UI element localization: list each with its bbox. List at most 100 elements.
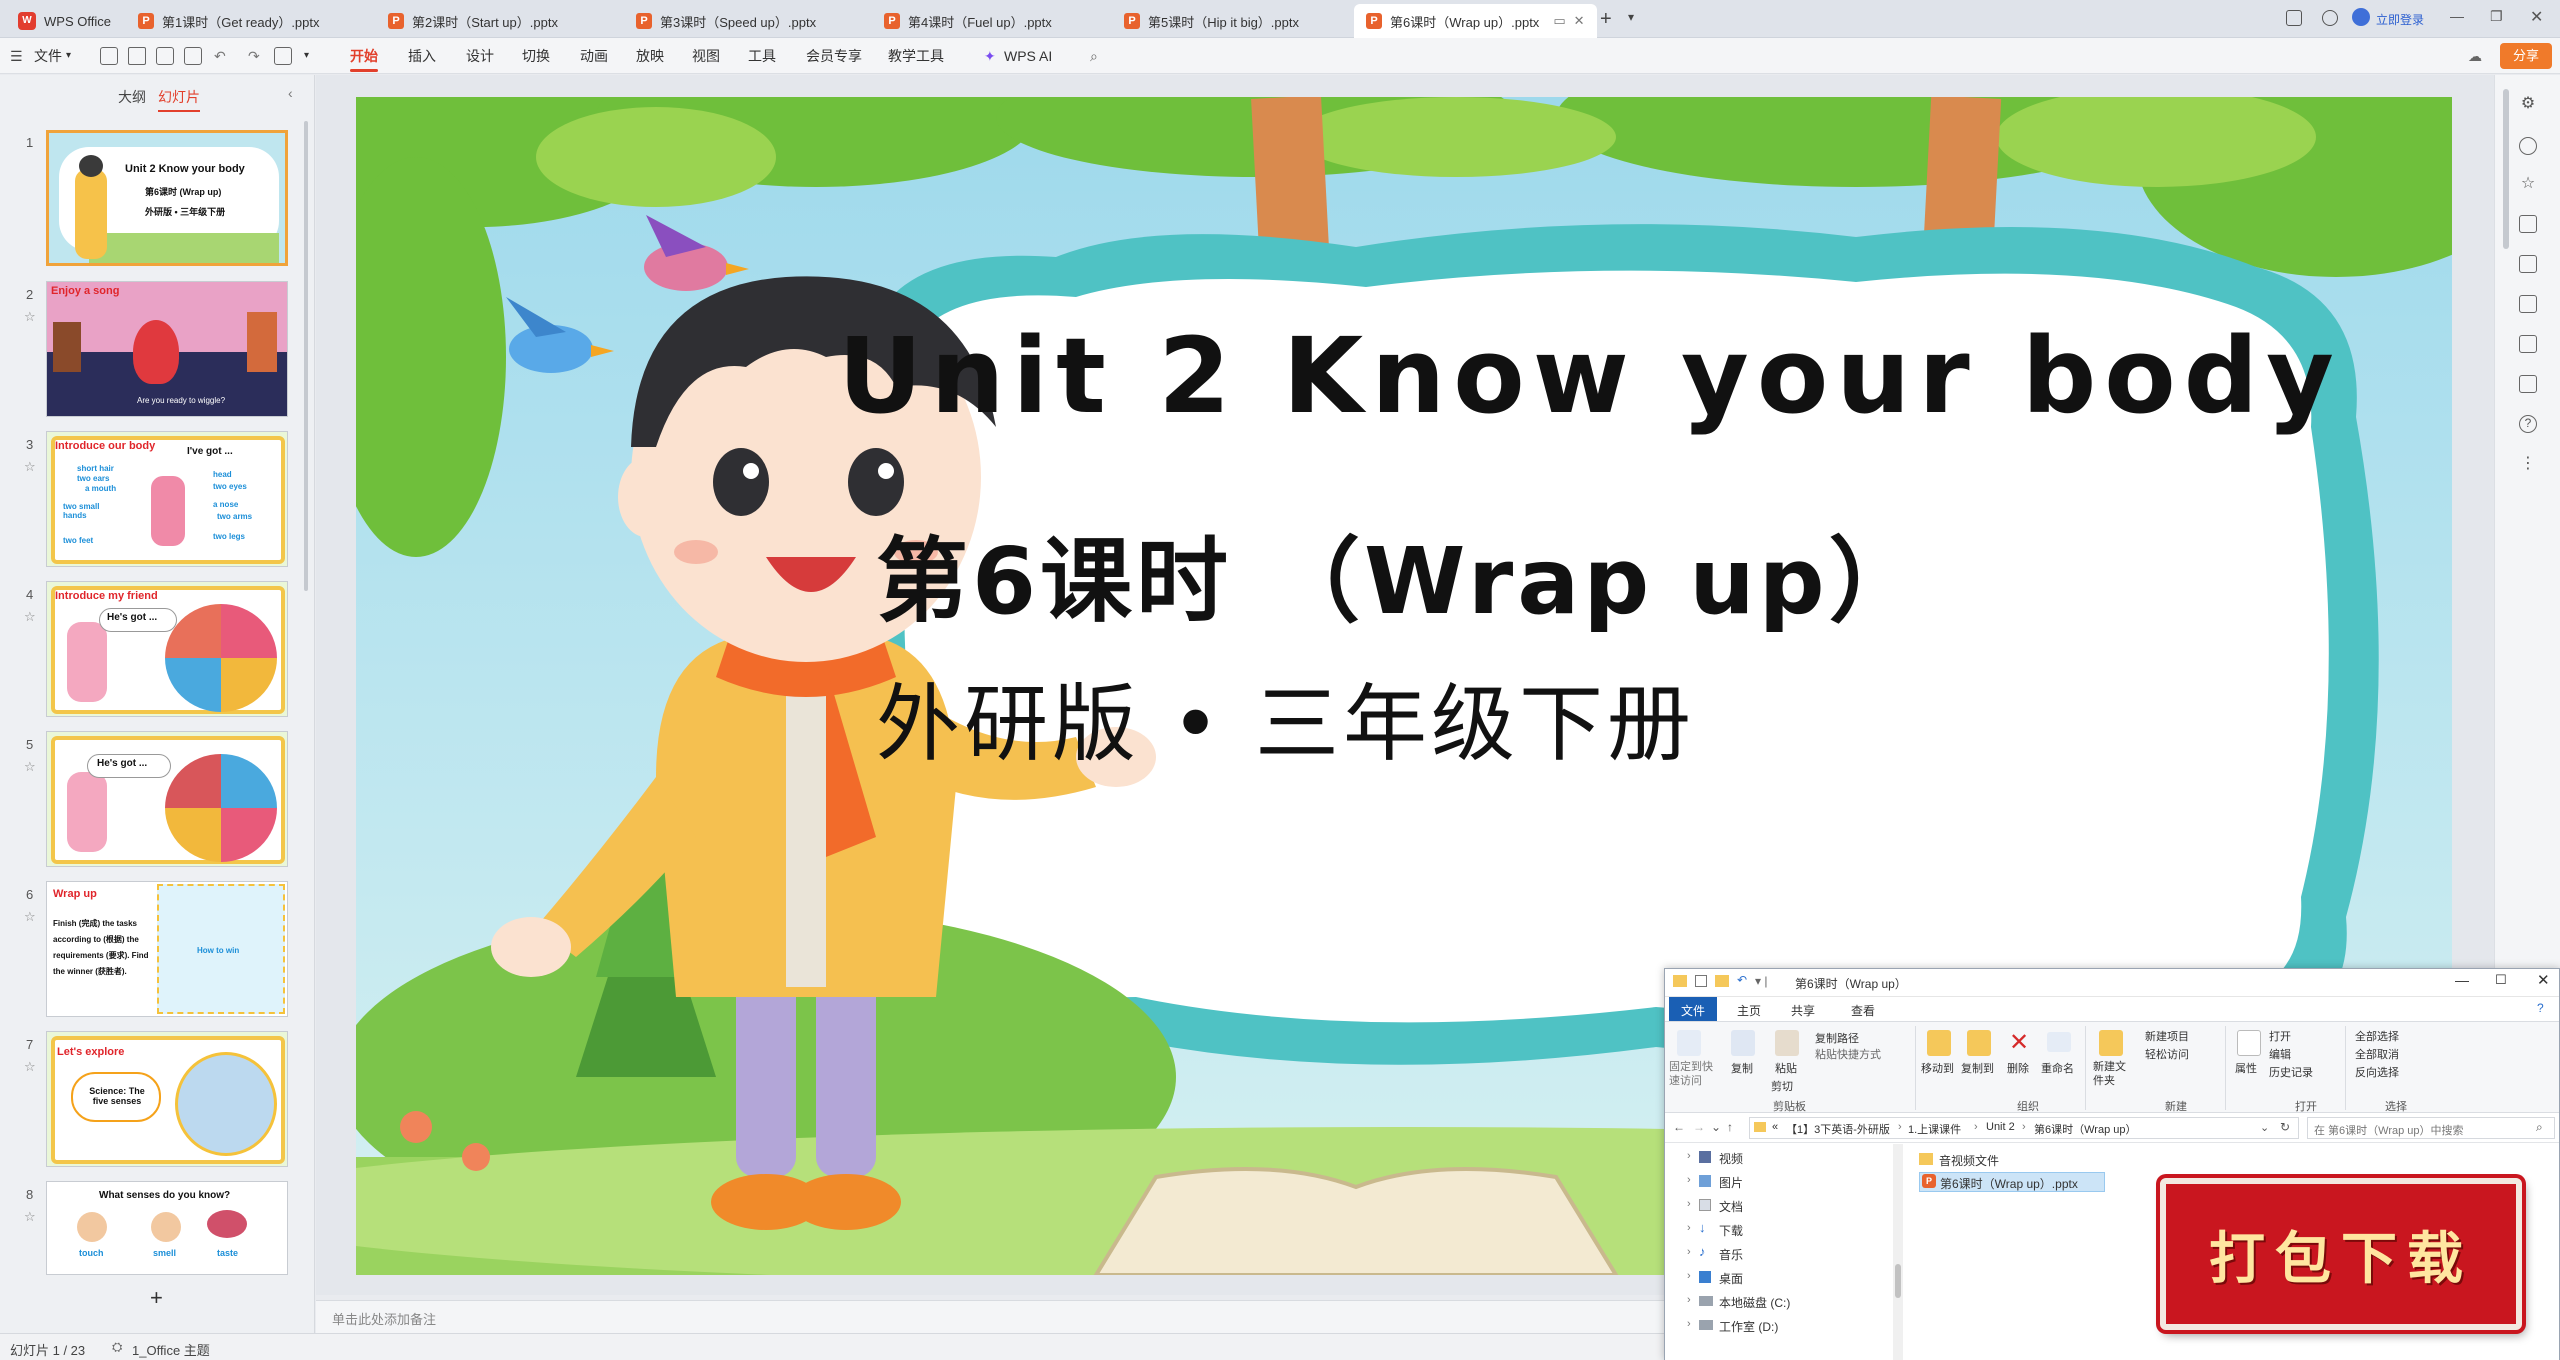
tab-document[interactable]: P 第4课时（Fuel up）.pptx [872,4,1064,38]
tab-wps-home[interactable]: W WPS Office [6,4,123,38]
nav-item-downloads[interactable]: 下载 [1719,1222,1743,1239]
expand-icon[interactable]: › [1687,1246,1691,1258]
edit-button[interactable]: 编辑 [2269,1046,2291,1062]
star-icon[interactable]: ☆ [24,609,36,625]
maximize-button[interactable]: ☐ [2495,972,2507,988]
cloud-icon[interactable]: ☁ [2468,38,2482,74]
minimize-button[interactable]: — [2455,972,2469,988]
notes-pane[interactable]: 单击此处添加备注 [316,1300,1676,1333]
star-icon[interactable]: ☆ [24,1209,36,1225]
delete-icon[interactable]: ✕ [2009,1028,2029,1057]
move-to-button[interactable]: 移动到 [1921,1060,1954,1076]
menu-wps-ai[interactable]: WPS AI [1004,38,1052,74]
book-icon[interactable] [2519,335,2537,353]
new-folder-icon[interactable] [1715,975,1729,987]
forward-icon[interactable]: → [1693,1120,1705,1134]
history-button[interactable]: 历史记录 [2269,1064,2313,1080]
settings-icon[interactable]: ⚙ [2519,95,2537,113]
add-slide-button[interactable]: + [150,1285,163,1311]
expand-icon[interactable]: › [1687,1270,1691,1282]
chevron-down-icon[interactable]: ⌄ [2260,1121,2269,1134]
star-icon[interactable]: ☆ [24,1059,36,1075]
collapse-panel-icon[interactable]: ‹ [288,85,293,101]
tab-document[interactable]: P 第2课时（Start up）.pptx [376,4,570,38]
new-folder-icon[interactable] [2099,1030,2123,1056]
slide-thumbnail-4[interactable]: Introduce my friend He's got ... [46,581,288,717]
menu-member[interactable]: 会员专享 [806,38,862,74]
preview-icon[interactable] [184,47,202,65]
properties-icon[interactable] [1695,975,1707,987]
chevron-down-icon[interactable]: ▾ [66,38,71,74]
easy-access-button[interactable]: 轻松访问 [2145,1046,2189,1062]
cut-button[interactable]: 剪切 [1771,1078,1793,1094]
paste-button[interactable]: 粘贴 [1775,1060,1797,1076]
ribbon-tab-home[interactable]: 主页 [1737,1002,1761,1019]
theme-name[interactable]: 1_Office 主题 [132,1340,210,1359]
paste-shortcut-button[interactable]: 粘贴快捷方式 [1815,1046,1881,1062]
menu-tools[interactable]: 工具 [748,38,776,74]
redo-icon[interactable]: ↷ [248,38,260,74]
undo-icon[interactable]: ↶ [1737,973,1747,987]
maximize-button[interactable]: ❐ [2490,8,2503,25]
menu-slideshow[interactable]: 放映 [636,38,664,74]
delete-button[interactable]: 删除 [2007,1060,2029,1076]
search-icon[interactable]: ⌕ [1090,38,1098,74]
list-item[interactable]: 音视频文件 [1919,1150,2159,1170]
search-field[interactable]: 在 第6课时（Wrap up）中搜索 ⌕ [2307,1117,2555,1139]
breadcrumb[interactable]: 1.上课课件 [1908,1121,1961,1137]
close-icon[interactable]: ✕ [1574,13,1585,29]
copy-path-button[interactable]: 复制路径 [1815,1030,1859,1046]
slide-publisher[interactable]: 外研版 • 三年级下册 [876,657,2276,778]
properties-button[interactable]: 属性 [2235,1060,2257,1076]
nav-item-drive-c[interactable]: 本地磁盘 (C:) [1719,1294,1790,1311]
undo-icon[interactable]: ↶ [214,38,226,74]
minimize-button[interactable]: — [2450,8,2464,24]
panel-scrollbar[interactable] [304,121,308,591]
refresh-icon[interactable]: ↻ [2280,1120,2290,1134]
monitor-icon[interactable]: ▭ [1553,13,1565,29]
breadcrumb[interactable]: 第6课时（Wrap up） [2034,1121,2137,1137]
list-item-selected[interactable]: P 第6课时（Wrap up）.pptx [1919,1172,2105,1192]
slide-subtitle[interactable]: 第6课时 （Wrap up） [876,507,2276,640]
new-tab-button[interactable]: + [1600,8,1612,31]
canvas-scrollbar[interactable] [2503,89,2509,249]
nav-item-music[interactable]: 音乐 [1719,1246,1743,1263]
star-icon[interactable]: ☆ [24,459,36,475]
wps-ai-icon[interactable]: ✦ [984,38,996,74]
slide-thumbnail-7[interactable]: Let's explore Science: The five senses [46,1031,288,1167]
layers-icon[interactable] [2519,295,2537,313]
copy-to-icon[interactable] [1967,1030,1991,1056]
qat-dropdown-icon[interactable]: ▾ | [1755,974,1767,988]
paste-icon[interactable] [1775,1030,1799,1056]
help-icon[interactable]: ? [2537,1001,2544,1015]
hamburger-icon[interactable]: ☰ [10,38,23,74]
address-bar[interactable]: « 【1】3下英语-外研版 › 1.上课课件 › Unit 2 › 第6课时（W… [1749,1117,2299,1139]
expand-icon[interactable]: › [1687,1318,1691,1330]
save-icon[interactable] [100,47,118,65]
expand-icon[interactable]: › [1687,1198,1691,1210]
help-icon[interactable]: ? [2519,415,2537,433]
breadcrumb[interactable]: 【1】3下英语-外研版 [1786,1121,1890,1137]
chevron-down-icon[interactable]: ▾ [304,38,309,74]
copy-button[interactable]: 复制 [1731,1060,1753,1076]
tab-slides[interactable]: 幻灯片 [158,87,200,112]
expand-icon[interactable]: › [1687,1150,1691,1162]
menu-home[interactable]: 开始 [350,38,378,74]
menu-insert[interactable]: 插入 [408,38,436,74]
open-button[interactable]: 打开 [2269,1028,2291,1044]
copy-icon[interactable] [1731,1030,1755,1056]
select-all-button[interactable]: 全部选择 [2355,1028,2399,1044]
star-icon[interactable]: ☆ [24,909,36,925]
window-layout-icon[interactable] [2286,10,2302,26]
ribbon-tab-view[interactable]: 查看 [1851,1002,1875,1019]
menu-transition[interactable]: 切换 [522,38,550,74]
star-icon[interactable]: ☆ [24,309,36,325]
export-pdf-icon[interactable] [128,47,146,65]
copy-to-button[interactable]: 复制到 [1961,1060,1994,1076]
menu-view[interactable]: 视图 [692,38,720,74]
tab-outline[interactable]: 大纲 [118,87,146,107]
close-window-button[interactable]: ✕ [2537,971,2550,989]
nav-scrollbar[interactable] [1895,1264,1901,1298]
new-folder-button[interactable]: 新建文件夹 [2093,1060,2133,1088]
tab-document[interactable]: P 第3课时（Speed up）.pptx [624,4,828,38]
